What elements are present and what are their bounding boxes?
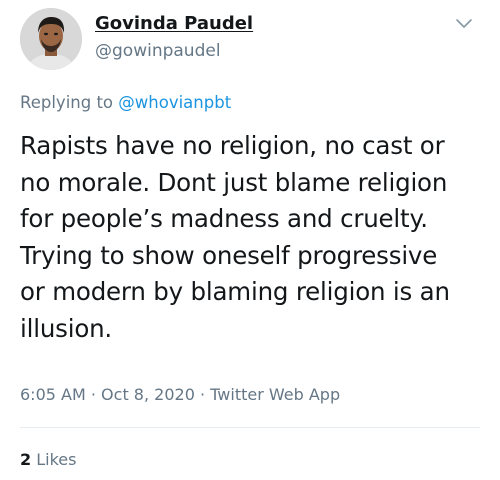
author-display-name[interactable]: Govinda Paudel <box>95 13 253 35</box>
tweet-text-line: Rapists have no religion, no cast or <box>20 131 445 160</box>
tweet-text: Rapists have no religion, no cast or no … <box>20 128 494 347</box>
divider <box>20 427 480 428</box>
tweet-text-line: Trying to show oneself progressive <box>20 240 438 270</box>
replying-to-label: Replying to <box>20 93 119 112</box>
avatar-image <box>20 8 82 70</box>
avatar[interactable] <box>20 8 82 70</box>
tweet-text-line: no morale. Dont just blame religion <box>20 167 448 197</box>
author-handle[interactable]: @gowinpaudel <box>95 40 221 62</box>
meta-separator: · <box>199 385 206 404</box>
tweet-text-line: illusion. <box>20 313 113 343</box>
replying-to: Replying to @whovianpbt <box>20 92 231 114</box>
tweet-card: Govinda Paudel @gowinpaudel Replying to … <box>0 0 500 480</box>
likes-label: Likes <box>36 450 77 469</box>
tweet-source[interactable]: Twitter Web App <box>210 385 340 404</box>
likes-stat[interactable]: 2 Likes <box>20 449 76 471</box>
reply-mention-link[interactable]: @whovianpbt <box>118 93 231 112</box>
likes-count: 2 <box>20 450 32 469</box>
tweet-text-line: for people’s madness and cruelty. <box>20 204 428 233</box>
chevron-down-icon[interactable] <box>452 12 476 36</box>
tweet-date[interactable]: Oct 8, 2020 <box>101 385 195 404</box>
tweet-meta: 6:05 AM · Oct 8, 2020 · Twitter Web App <box>20 384 340 406</box>
meta-separator: · <box>90 385 96 404</box>
tweet-text-line: or modern by blaming religion is an <box>20 277 450 306</box>
tweet-time[interactable]: 6:05 AM <box>20 385 86 404</box>
